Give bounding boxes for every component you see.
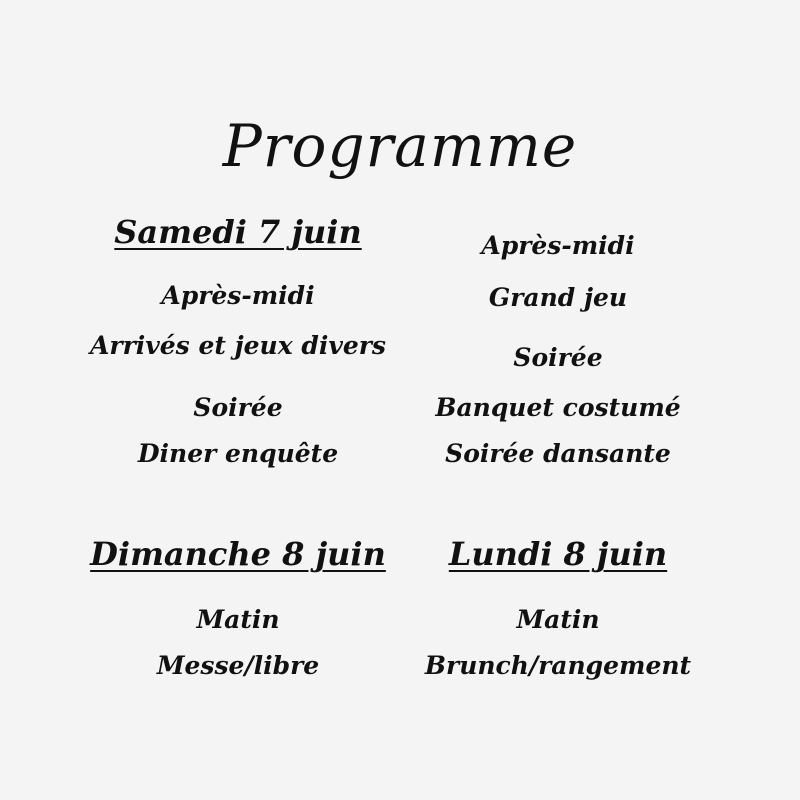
samedi-suite-evening-label: Soirée xyxy=(513,343,603,372)
lundi-block: Lundi 8 juin Matin Brunch/rangement xyxy=(358,534,758,694)
samedi-suite-evening-activity-2: Soirée dansante xyxy=(445,439,671,468)
samedi-suite-block: Après-midi Grand jeu Soirée Banquet cost… xyxy=(358,230,758,480)
samedi-suite-evening-activity-1: Banquet costumé xyxy=(435,393,681,422)
program-page: Programme Samedi 7 juin Après-midi Arriv… xyxy=(0,0,800,800)
samedi-suite-afternoon-label: Après-midi xyxy=(481,231,635,260)
lundi-morning-label: Matin xyxy=(516,605,600,634)
samedi-suite-afternoon-activity: Grand jeu xyxy=(488,283,628,312)
lundi-morning-activity: Brunch/rangement xyxy=(424,651,692,680)
lundi-heading: Lundi 8 juin xyxy=(448,535,668,573)
page-title: Programme xyxy=(222,112,578,180)
